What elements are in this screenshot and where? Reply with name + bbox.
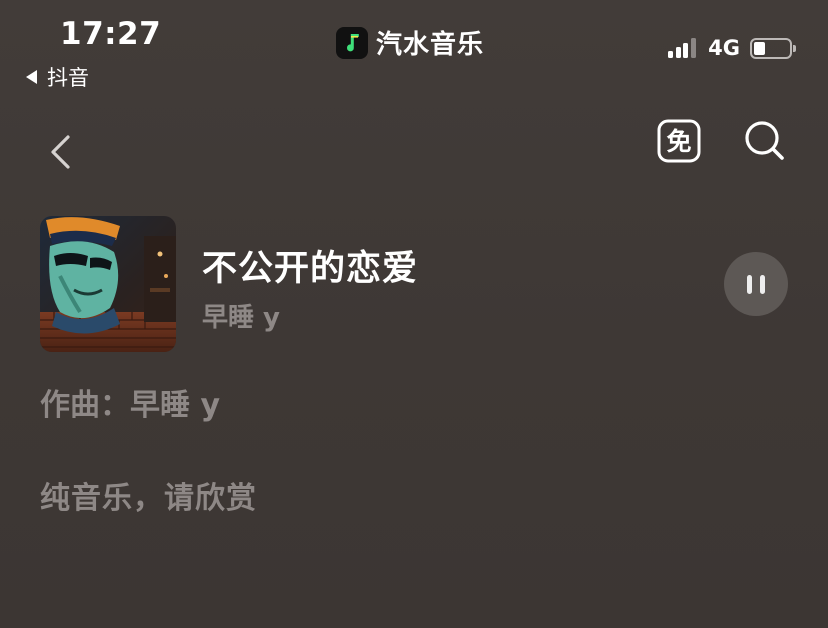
song-artist[interactable]: 早睡 y xyxy=(202,297,280,334)
back-button[interactable] xyxy=(44,128,84,176)
album-cover[interactable] xyxy=(40,216,176,352)
song-title: 不公开的恋爱 xyxy=(202,249,419,289)
search-icon xyxy=(745,121,784,160)
pause-icon xyxy=(747,274,752,294)
free-badge-label: 免 xyxy=(666,127,691,156)
chevron-left-icon xyxy=(51,135,70,169)
free-badge-icon: 免 xyxy=(657,119,701,163)
app-name: 汽水音乐 xyxy=(376,30,485,60)
pause-icon-bar xyxy=(760,274,765,294)
back-triangle-icon xyxy=(26,70,37,84)
music-app-icon xyxy=(336,26,368,59)
search-button[interactable] xyxy=(742,118,788,164)
status-time: 17:27 xyxy=(60,16,162,52)
signal-strength-icon xyxy=(668,38,698,58)
status-indicators: 4G xyxy=(668,36,796,60)
composer-credit: 作曲： 早睡 y xyxy=(40,380,220,424)
back-app-label: 抖音 xyxy=(47,66,89,90)
app-badge: 汽水音乐 xyxy=(336,24,484,61)
album-art-image xyxy=(40,216,176,352)
description-note: 纯音乐，请欣赏 xyxy=(40,481,257,516)
composer-name: 早睡 y xyxy=(130,388,220,423)
free-listen-button[interactable]: 免 xyxy=(657,119,701,163)
composer-label: 作曲： xyxy=(40,388,130,423)
network-type: 4G xyxy=(708,36,740,60)
battery-icon xyxy=(750,37,796,59)
pause-button[interactable] xyxy=(724,252,788,316)
song-detail-screen: 17:27 抖音 汽水音乐 4G 免 不公开的恋爱 早睡 y 作曲： 早睡 y … xyxy=(0,0,828,628)
back-to-app-link[interactable]: 抖音 xyxy=(26,62,89,92)
